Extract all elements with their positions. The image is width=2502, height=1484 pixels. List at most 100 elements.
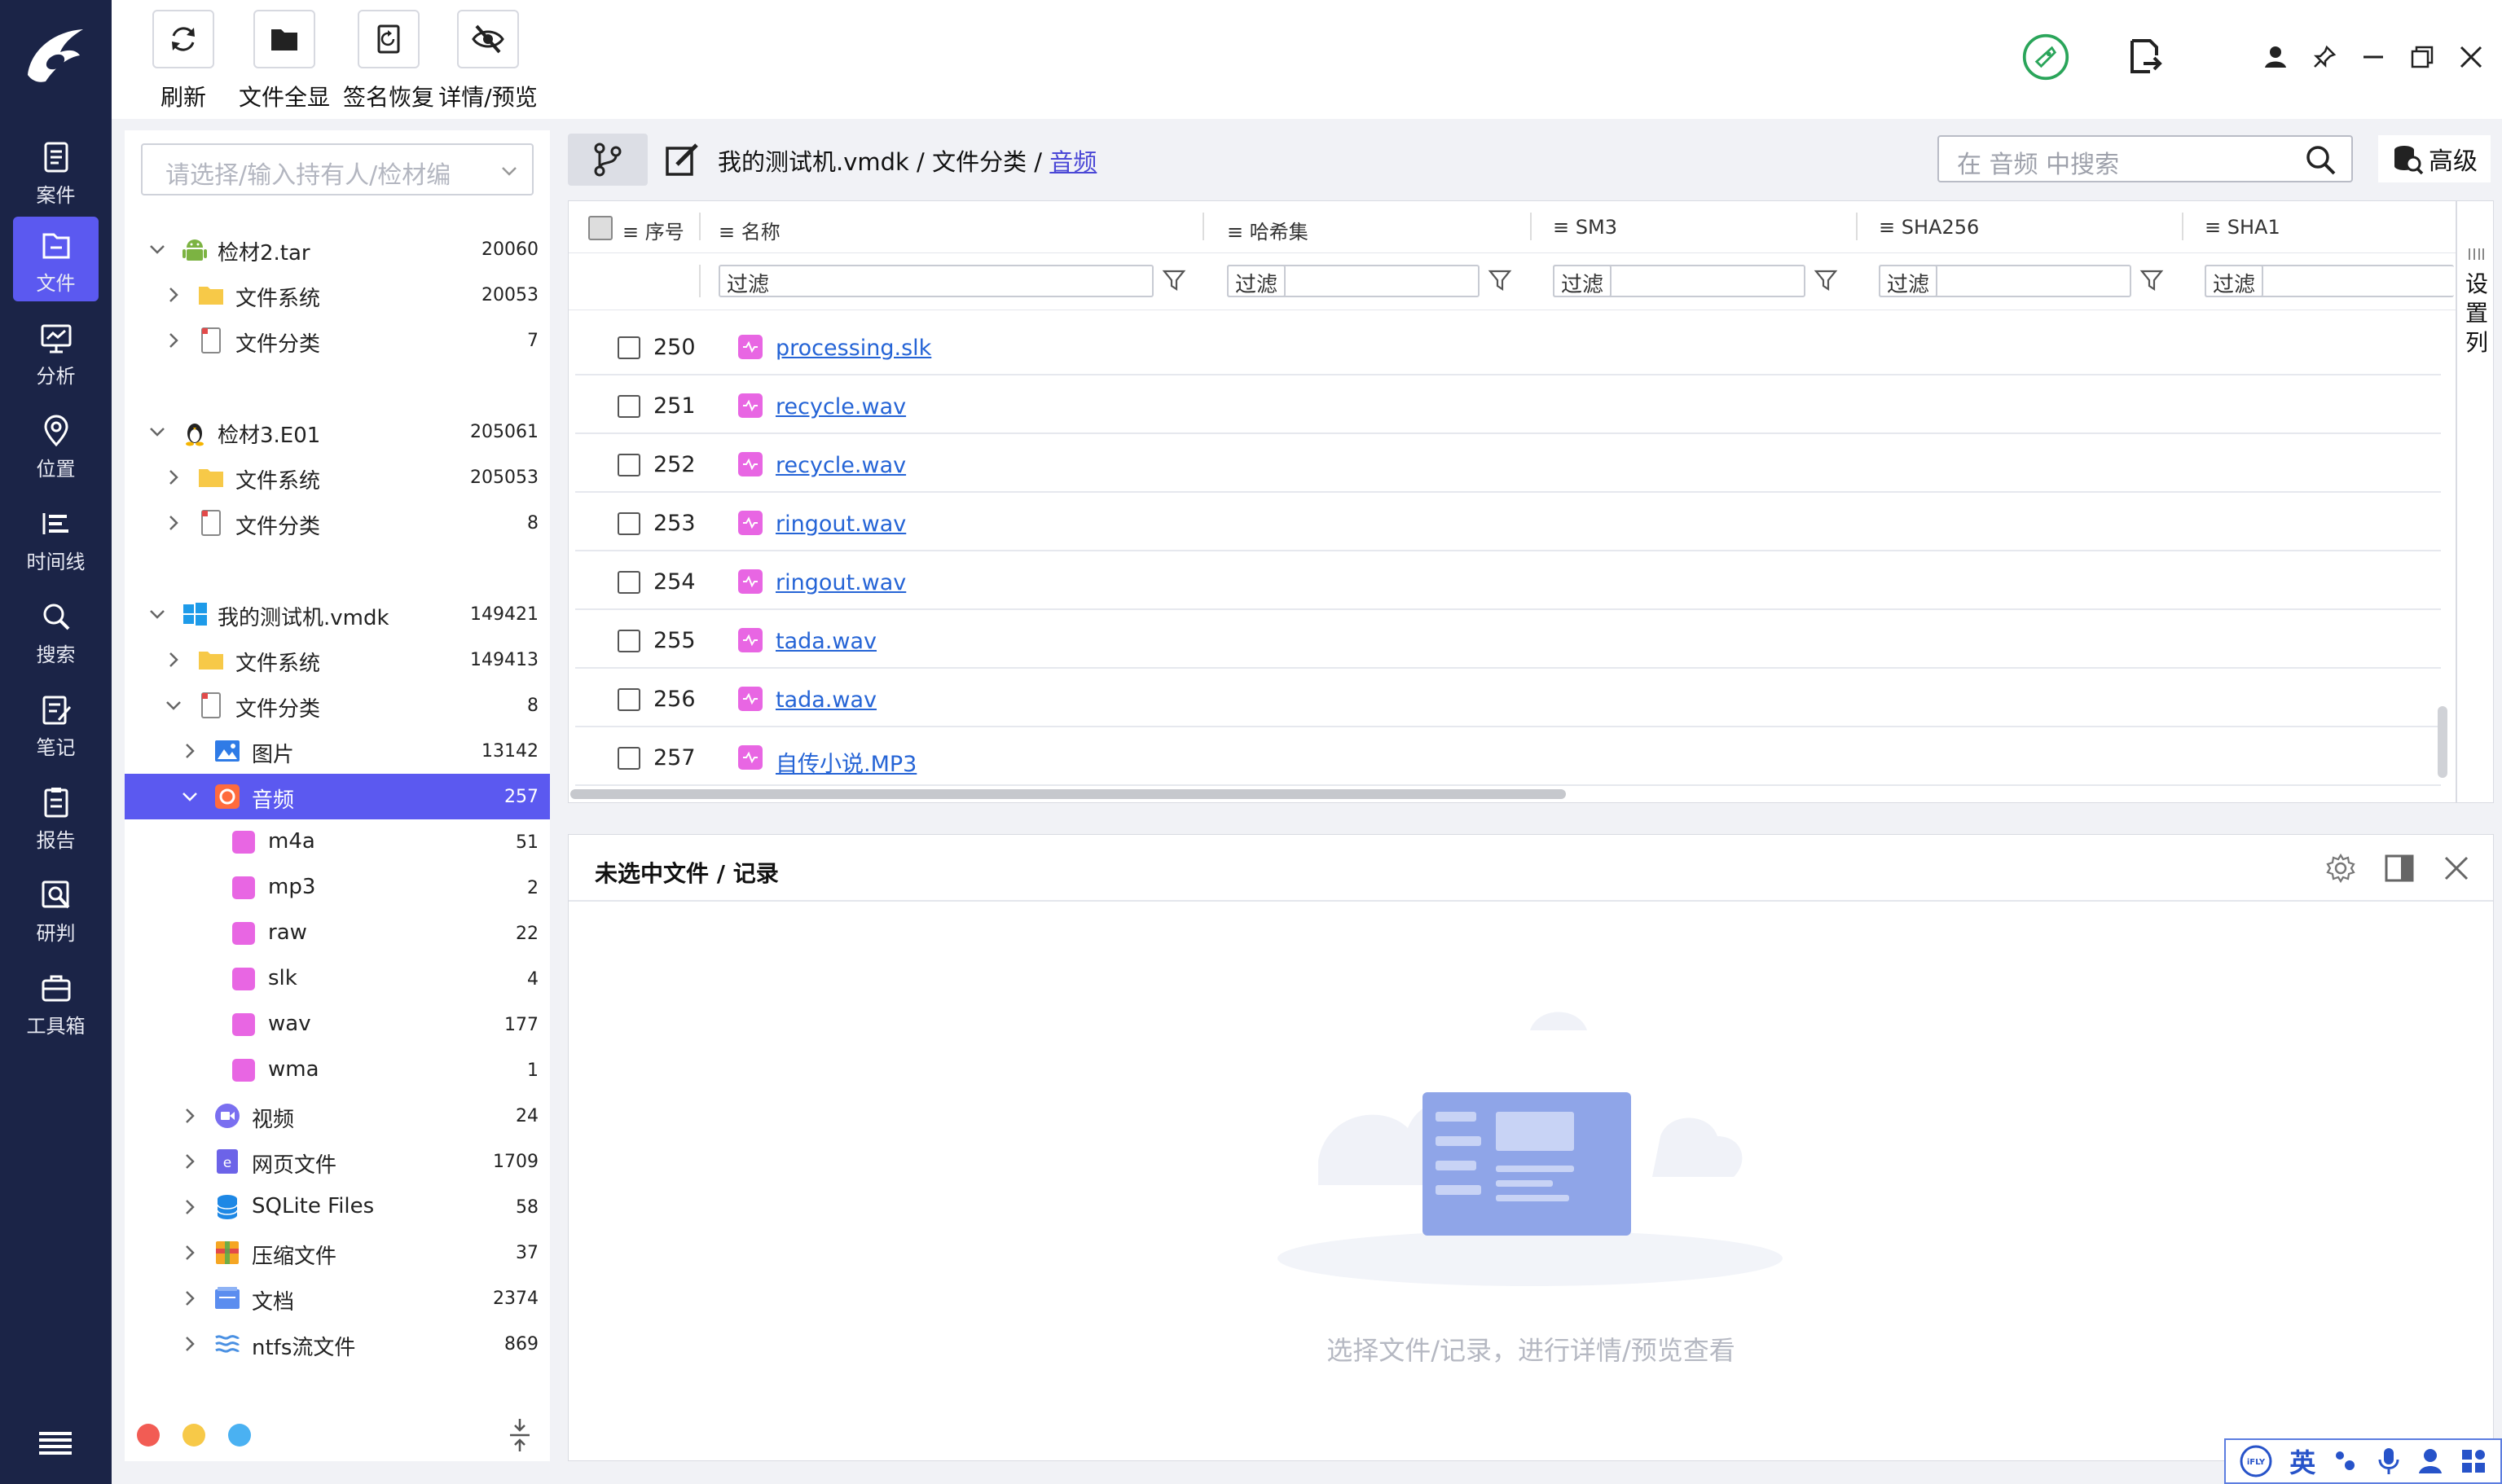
tree-node-webpage[interactable]: e 网页文件 1709 xyxy=(125,1139,550,1184)
chevron-right-icon[interactable] xyxy=(178,1333,201,1355)
chevron-down-icon[interactable] xyxy=(178,785,201,808)
breadcrumb-current[interactable]: 音频 xyxy=(1049,148,1097,176)
chevron-right-icon[interactable] xyxy=(178,740,201,762)
tree-node-audio[interactable]: 音频 257 xyxy=(125,774,550,819)
nav-location[interactable]: 位置 xyxy=(13,402,99,487)
close-window-button[interactable] xyxy=(2447,33,2495,81)
table-row[interactable]: 251 recycle.wav xyxy=(575,375,2441,434)
breadcrumb-item[interactable]: 我的测试机.vmdk xyxy=(718,148,909,176)
table-row[interactable]: 250 processing.slk xyxy=(575,317,2441,375)
row-checkbox[interactable] xyxy=(618,336,640,359)
chevron-right-icon[interactable] xyxy=(178,1196,201,1218)
tree-node-filesystem[interactable]: 文件系统 149413 xyxy=(125,637,550,683)
nav-analysis[interactable]: 分析 xyxy=(13,310,99,394)
filter-icon[interactable] xyxy=(1488,268,1512,292)
edit-path-icon[interactable] xyxy=(664,142,700,178)
table-row[interactable]: 252 recycle.wav xyxy=(575,434,2441,493)
search-input[interactable]: 在 音频 中搜索 xyxy=(1937,135,2353,182)
row-checkbox[interactable] xyxy=(618,571,640,594)
nav-file[interactable]: 文件 xyxy=(13,217,99,301)
filter-icon[interactable] xyxy=(2139,268,2164,292)
file-name-link[interactable]: processing.slk xyxy=(776,336,931,361)
row-checkbox[interactable] xyxy=(618,512,640,535)
yellow-tag-dot[interactable] xyxy=(182,1424,205,1447)
file-name-link[interactable]: ringout.wav xyxy=(776,570,906,595)
advanced-search-button[interactable]: 高级 xyxy=(2378,135,2491,182)
user-button[interactable] xyxy=(2251,33,2300,81)
tree-node-wav[interactable]: wav 177 xyxy=(125,1002,550,1047)
file-name-link[interactable]: 自传小说.MP3 xyxy=(776,746,917,778)
tree-node-sqlite[interactable]: SQLite Files 58 xyxy=(125,1184,550,1230)
chevron-right-icon[interactable] xyxy=(162,466,185,489)
microphone-icon[interactable] xyxy=(2377,1447,2401,1476)
select-all-checkbox[interactable] xyxy=(588,216,613,240)
chevron-right-icon[interactable] xyxy=(162,283,185,306)
show-all-files-button[interactable]: 文件全显 xyxy=(234,10,335,112)
table-row[interactable]: 255 tada.wav xyxy=(575,610,2441,669)
chevron-right-icon[interactable] xyxy=(162,648,185,671)
chevron-right-icon[interactable] xyxy=(178,1150,201,1173)
red-tag-dot[interactable] xyxy=(137,1424,160,1447)
status-shield-button[interactable] xyxy=(2021,33,2070,81)
row-checkbox[interactable] xyxy=(618,454,640,476)
restore-button[interactable] xyxy=(2398,33,2447,81)
tree-node-evidence3[interactable]: 检材3.E01 205061 xyxy=(125,409,550,454)
chevron-down-icon[interactable] xyxy=(146,603,169,626)
minimize-button[interactable] xyxy=(2349,33,2398,81)
branch-view-button[interactable] xyxy=(568,134,648,186)
set-columns-panel[interactable]: 设置列 xyxy=(2456,201,2493,802)
chevron-right-icon[interactable] xyxy=(178,1104,201,1127)
tree-node-raw[interactable]: raw 22 xyxy=(125,911,550,956)
gear-icon[interactable] xyxy=(2325,853,2356,884)
grid-menu-icon[interactable] xyxy=(2460,1447,2487,1475)
ime-language-toggle[interactable]: 英 xyxy=(2289,1442,2315,1480)
column-divider[interactable] xyxy=(1856,213,1858,240)
file-name-link[interactable]: tada.wav xyxy=(776,687,877,713)
nav-notes[interactable]: 笔记 xyxy=(13,681,99,766)
filter-icon[interactable] xyxy=(1814,268,1838,292)
file-name-link[interactable]: tada.wav xyxy=(776,629,877,654)
signature-restore-button[interactable]: 签名恢复 xyxy=(338,10,439,112)
tree-node-archive[interactable]: 压缩文件 37 xyxy=(125,1230,550,1275)
nav-report[interactable]: 报告 xyxy=(13,774,99,858)
split-panel-icon[interactable] xyxy=(2384,853,2415,884)
column-divider[interactable] xyxy=(1530,213,1532,240)
chevron-down-icon[interactable] xyxy=(146,238,169,261)
ifly-logo-icon[interactable]: iFLY xyxy=(2239,1444,2273,1478)
column-header-sm3[interactable]: ≡ SM3 xyxy=(1553,216,1617,239)
search-icon[interactable] xyxy=(2304,143,2337,176)
column-header-sha1[interactable]: ≡ SHA1 xyxy=(2205,216,2280,239)
tree-node-filesystem[interactable]: 文件系统 205053 xyxy=(125,454,550,500)
chevron-right-icon[interactable] xyxy=(162,329,185,352)
breadcrumb-item[interactable]: 文件分类 xyxy=(932,148,1027,176)
row-checkbox[interactable] xyxy=(618,688,640,711)
column-header-hashset[interactable]: ≡ 哈希集 xyxy=(1227,216,1308,244)
tree-node-category[interactable]: 文件分类 8 xyxy=(125,683,550,728)
chevron-right-icon[interactable] xyxy=(178,1287,201,1310)
table-row[interactable]: 253 ringout.wav xyxy=(575,493,2441,551)
hamburger-menu-icon[interactable] xyxy=(36,1427,75,1460)
nav-toolbox[interactable]: 工具箱 xyxy=(13,959,99,1044)
name-filter-input[interactable]: 过滤 xyxy=(719,265,1154,297)
collapse-all-icon[interactable] xyxy=(507,1417,533,1453)
nav-timeline[interactable]: 时间线 xyxy=(13,495,99,580)
row-checkbox[interactable] xyxy=(618,630,640,652)
column-header-sha256[interactable]: ≡ SHA256 xyxy=(1879,216,1979,239)
column-header-index[interactable]: ≡ 序号 xyxy=(622,216,684,244)
nav-search[interactable]: 搜索 xyxy=(13,588,99,673)
row-checkbox[interactable] xyxy=(618,747,640,770)
chevron-right-icon[interactable] xyxy=(162,511,185,534)
tree-node-category[interactable]: 文件分类 8 xyxy=(125,500,550,546)
blue-tag-dot[interactable] xyxy=(228,1424,251,1447)
tree-node-images[interactable]: 图片 13142 xyxy=(125,728,550,774)
nav-case[interactable]: 案件 xyxy=(13,129,99,213)
horizontal-scrollbar[interactable] xyxy=(570,789,1566,799)
pin-button[interactable] xyxy=(2300,33,2349,81)
table-row[interactable]: 254 ringout.wav xyxy=(575,551,2441,610)
tree-node-filesystem[interactable]: 文件系统 20053 xyxy=(125,272,550,318)
column-header-name[interactable]: ≡ 名称 xyxy=(719,216,781,244)
nav-judge[interactable]: 研判 xyxy=(13,867,99,951)
tree-node-category[interactable]: 文件分类 7 xyxy=(125,318,550,363)
refresh-button[interactable]: 刷新 xyxy=(144,10,222,112)
user-icon[interactable] xyxy=(2417,1447,2443,1475)
